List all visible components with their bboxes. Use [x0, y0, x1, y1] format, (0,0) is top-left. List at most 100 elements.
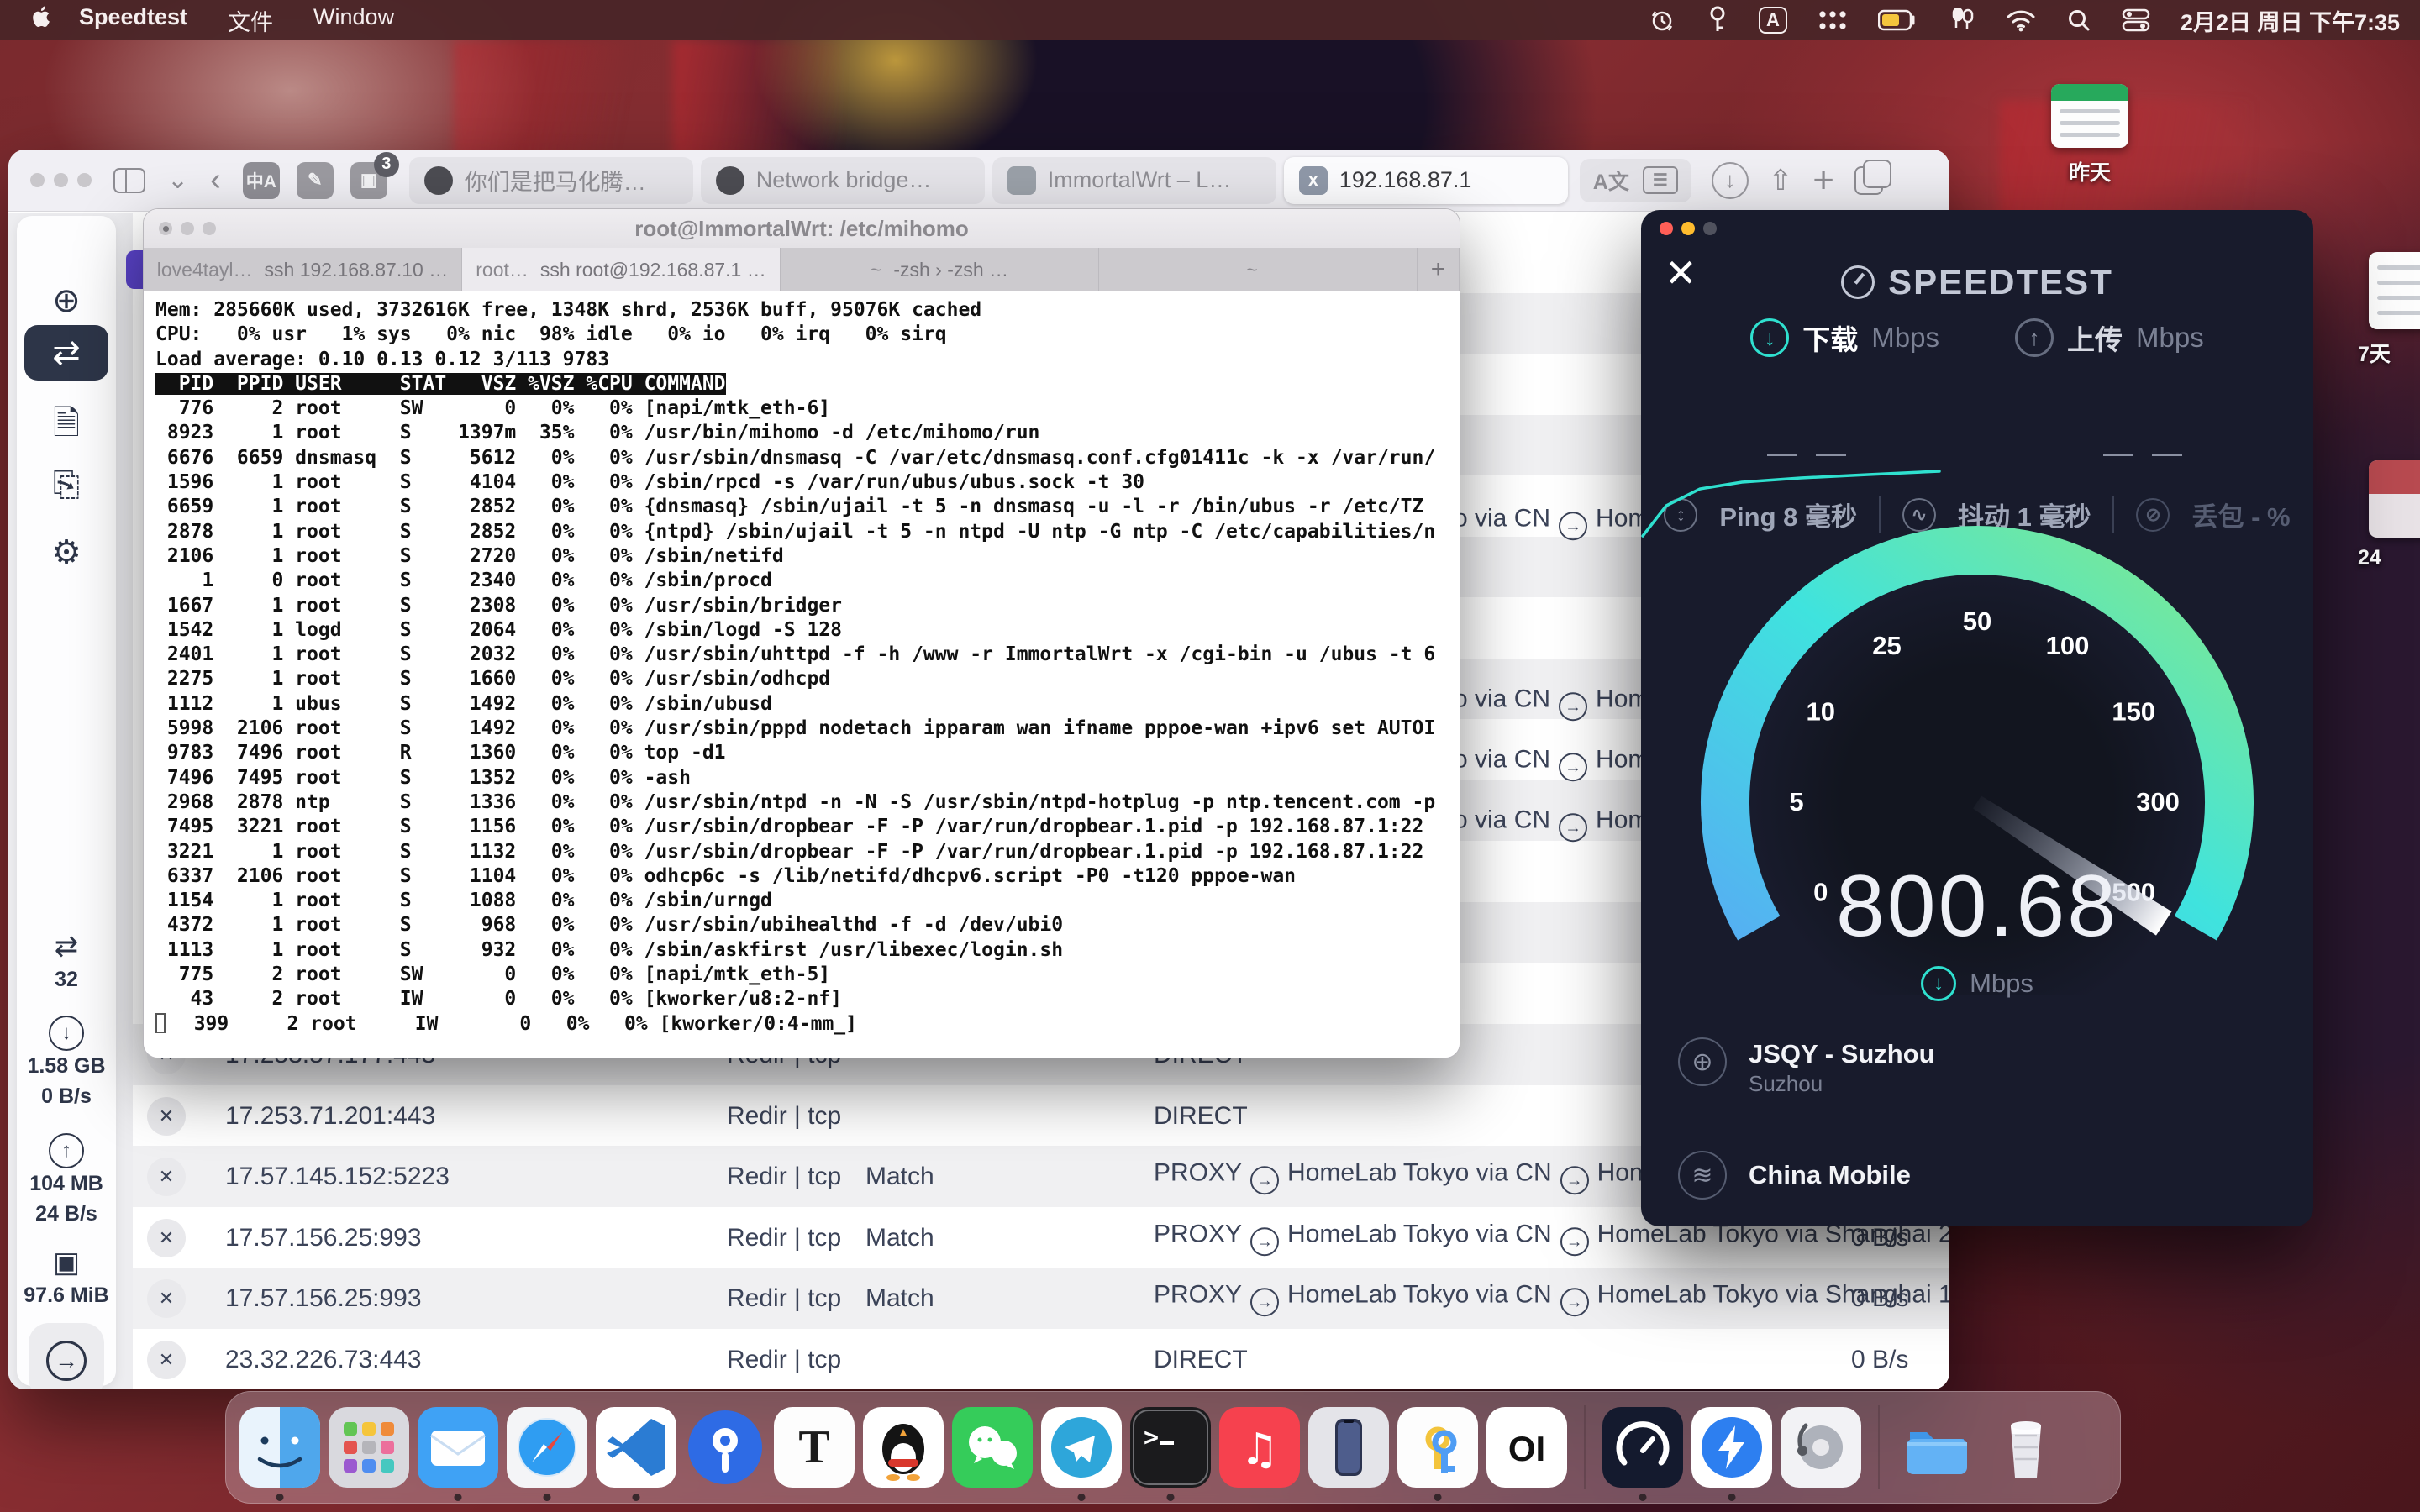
oi-app-dock-icon[interactable]: OI [1486, 1407, 1567, 1488]
menu-item-2[interactable]: Window [313, 4, 394, 37]
table-row-stripe [1460, 293, 1654, 354]
close-connection-button[interactable]: ✕ [147, 1219, 186, 1257]
translate-reader-group[interactable]: A文 ☰ [1580, 159, 1691, 202]
chain-arrow-icon: → [1250, 1227, 1279, 1256]
new-tab-icon[interactable]: + [1812, 160, 1834, 202]
trash-dock-icon[interactable] [1986, 1407, 2066, 1488]
finder-dock-icon[interactable] [239, 1407, 320, 1488]
mail-dock-icon[interactable] [418, 1407, 498, 1488]
folder-stack-dock-icon[interactable] [1897, 1407, 1977, 1488]
desktop-file-icon[interactable]: 昨天 [2039, 84, 2140, 186]
tab-label: ImmortalWrt – L… [1048, 167, 1232, 193]
close-connection-button[interactable]: ✕ [147, 1158, 186, 1196]
zoom-button[interactable] [203, 222, 216, 235]
safari-window-controls[interactable] [30, 173, 92, 187]
minimize-button[interactable] [54, 173, 68, 187]
terminal-dock-icon[interactable]: > [1130, 1407, 1211, 1488]
terminal-tab[interactable]: ~ [1099, 248, 1418, 291]
translate-extension-icon[interactable]: 中A [243, 162, 280, 199]
launchpad-dock-icon[interactable] [329, 1407, 409, 1488]
input-source-icon[interactable]: A [1759, 7, 1787, 34]
connection-rule: Match [865, 1224, 934, 1252]
reader-view-icon[interactable]: ☰ [1643, 166, 1678, 194]
iphone-mirroring-dock-icon[interactable] [1308, 1407, 1389, 1488]
menu-clock[interactable]: 2月2日 周日 下午7:35 [2181, 4, 2400, 37]
browser-tab[interactable]: x192.168.87.1 [1284, 157, 1568, 204]
browser-tab[interactable]: Network bridge… [701, 157, 985, 204]
terminal-output[interactable]: Mem: 285660K used, 3732616K free, 1348K … [144, 291, 1460, 1058]
transfer-arrows-icon: ⇄ [55, 931, 79, 963]
key-icon[interactable] [1707, 6, 1728, 34]
sidebar-item-connections[interactable]: ⇄ [24, 325, 108, 381]
terminal-tab[interactable]: love4tayl…ssh 192.168.87.10 … [144, 248, 462, 291]
speedtest-dock-icon[interactable] [1602, 1407, 1683, 1488]
share-icon[interactable]: ⇧ [1769, 164, 1793, 197]
minimize-button[interactable] [1681, 222, 1695, 235]
desktop-file-icon[interactable]: 24 [2358, 460, 2420, 570]
downloads-icon[interactable]: ↓ [1712, 162, 1749, 199]
location-pin-app-dock-icon[interactable] [685, 1407, 765, 1488]
vscode-dock-icon[interactable] [596, 1407, 676, 1488]
terminal-tab[interactable]: root…ssh root@192.168.87.1 … [462, 248, 781, 291]
sidebar-item-rules[interactable]: ⎘ [17, 466, 116, 504]
document-file-icon [2369, 252, 2420, 329]
qq-dock-icon[interactable] [863, 1407, 944, 1488]
collapse-sidebar-button[interactable]: → [29, 1323, 104, 1389]
lightning-app-dock-icon[interactable] [1691, 1407, 1772, 1488]
close-connection-button[interactable]: ✕ [147, 1279, 186, 1318]
image-file-icon [2369, 460, 2420, 538]
browser-tab[interactable]: ImmortalWrt – L… [992, 157, 1276, 204]
zoom-button[interactable] [77, 173, 92, 187]
desktop-file-icon[interactable]: 7天 [2358, 252, 2420, 368]
sidebar-item-settings[interactable]: ⚙ [17, 533, 116, 572]
close-button[interactable] [30, 173, 45, 187]
close-connection-button[interactable]: ✕ [147, 1341, 186, 1379]
terminal-window-controls[interactable] [159, 222, 224, 235]
tab-overview-icon[interactable] [1854, 166, 1883, 195]
menu-item-app[interactable]: Speedtest [79, 4, 187, 37]
dock-divider [1584, 1405, 1586, 1489]
translate-icon[interactable]: A文 [1593, 165, 1629, 196]
back-icon[interactable]: ‹ [210, 162, 221, 198]
battery-icon[interactable] [1878, 9, 1917, 31]
apple-menu-icon[interactable] [30, 5, 50, 35]
telegram-dock-icon[interactable] [1041, 1407, 1122, 1488]
speedtest-window-controls[interactable] [1660, 222, 1717, 235]
close-button[interactable] [1660, 222, 1673, 235]
server-info[interactable]: ⊕ JSQY - SuzhouSuzhou [1678, 1037, 1935, 1097]
typora-dock-icon[interactable]: T [774, 1407, 855, 1488]
connection-row[interactable]: ✕17.57.156.25:993Redir | tcpMatchPROXY→H… [133, 1268, 1949, 1329]
gauge-label-150: 150 [2112, 697, 2155, 727]
disk-utility-dock-icon[interactable] [1781, 1407, 1861, 1488]
sidebar-toggle-icon[interactable] [113, 168, 145, 193]
zoom-button[interactable] [1703, 222, 1717, 235]
terminal-tab[interactable]: ~-zsh › -zsh … [781, 248, 1099, 291]
close-button[interactable] [159, 222, 172, 235]
search-icon[interactable] [2066, 8, 2091, 33]
minimize-button[interactable] [181, 222, 194, 235]
browser-tab[interactable]: 你们是把马化腾… [409, 157, 693, 204]
music-dock-icon[interactable]: ♫ [1219, 1407, 1300, 1488]
download-speed: 0 B/s [1851, 1346, 1908, 1374]
wifi-icon[interactable] [2006, 8, 2036, 32]
safari-dock-icon[interactable] [507, 1407, 587, 1488]
svg-text:OI: OI [1508, 1429, 1545, 1468]
tab-group-extension-icon[interactable]: ▣3 [350, 162, 387, 199]
globe-icon: ⊕ [52, 282, 81, 319]
chevron-down-icon[interactable]: ⌄ [167, 165, 188, 195]
time-machine-icon[interactable] [1648, 6, 1676, 34]
wechat-dock-icon[interactable] [952, 1407, 1033, 1488]
passwords-dock-icon[interactable] [1397, 1407, 1478, 1488]
airpods-icon[interactable] [1947, 8, 1975, 33]
isp-info[interactable]: ≋ China Mobile [1678, 1151, 1911, 1200]
sidebar-item-proxies[interactable]: ⊕ [17, 281, 116, 320]
feather-extension-icon[interactable]: ✎ [297, 162, 334, 199]
terminal-window: root@ImmortalWrt: /etc/mihomo love4tayl…… [143, 208, 1460, 1058]
new-terminal-tab-button[interactable]: + [1418, 248, 1460, 291]
menu-item-1[interactable]: 文件 [228, 4, 273, 37]
close-connection-button[interactable]: ✕ [147, 1097, 186, 1136]
screen-mirroring-icon[interactable] [1818, 8, 1848, 32]
control-center-icon[interactable] [2122, 8, 2150, 33]
sidebar-item-logs[interactable]: 🗎 [17, 399, 116, 456]
connection-row[interactable]: ✕23.32.226.73:443Redir | tcpDIRECT0 B/s0… [133, 1329, 1949, 1389]
